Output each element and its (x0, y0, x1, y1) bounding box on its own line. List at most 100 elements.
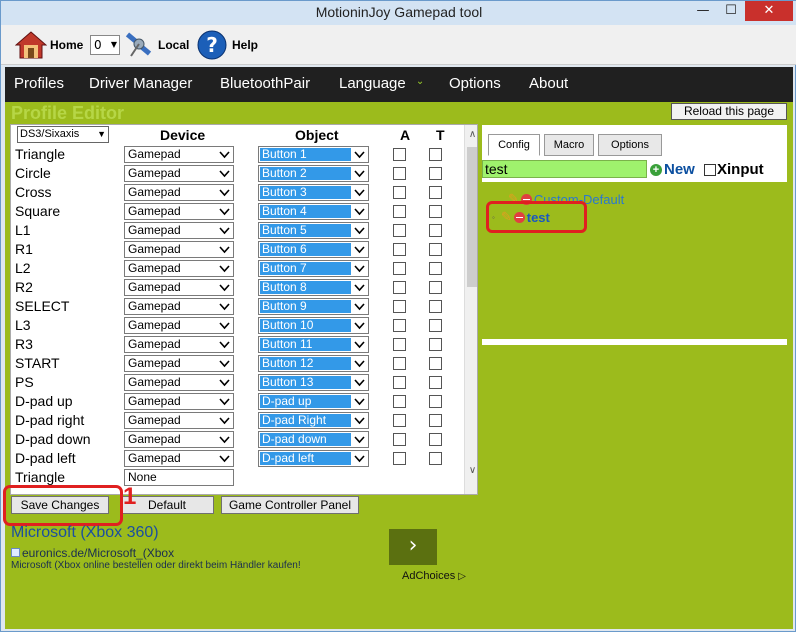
chevron-down-icon[interactable] (352, 375, 367, 390)
chevron-down-icon[interactable] (217, 166, 232, 181)
t-checkbox[interactable] (429, 357, 442, 370)
device-select[interactable]: Gamepad (124, 241, 234, 258)
chevron-down-icon[interactable] (352, 356, 367, 371)
menu-about[interactable]: About (529, 75, 568, 92)
device-select[interactable]: Gamepad (124, 260, 234, 277)
chevron-down-icon[interactable] (352, 337, 367, 352)
object-select[interactable]: D-pad up (258, 393, 369, 410)
chevron-down-icon[interactable] (217, 356, 232, 371)
profile-search-input[interactable]: test (482, 160, 647, 178)
object-select[interactable]: Button 11 (258, 336, 369, 353)
a-checkbox[interactable] (393, 262, 406, 275)
device-select[interactable]: Gamepad (124, 374, 234, 391)
a-checkbox[interactable] (393, 433, 406, 446)
scroll-down-icon[interactable]: ∨ (466, 465, 477, 479)
menu-language[interactable]: Language ⌄ (339, 75, 424, 92)
a-checkbox[interactable] (393, 243, 406, 256)
device-select[interactable]: Gamepad (124, 450, 234, 467)
a-checkbox[interactable] (393, 167, 406, 180)
chevron-down-icon[interactable] (217, 147, 232, 162)
chevron-down-icon[interactable] (217, 223, 232, 238)
chevron-down-icon[interactable] (352, 451, 367, 466)
object-select[interactable]: Button 12 (258, 355, 369, 372)
chevron-down-icon[interactable] (217, 337, 232, 352)
t-checkbox[interactable] (429, 205, 442, 218)
chevron-down-icon[interactable] (217, 280, 232, 295)
a-checkbox[interactable] (393, 414, 406, 427)
chevron-down-icon[interactable] (217, 413, 232, 428)
object-select[interactable]: Button 1 (258, 146, 369, 163)
object-select[interactable]: Button 6 (258, 241, 369, 258)
ad-banner[interactable]: Microsoft (Xbox 360) euronics.de/Microso… (5, 522, 481, 629)
object-select[interactable]: Button 3 (258, 184, 369, 201)
device-select[interactable]: Gamepad (124, 298, 234, 315)
chevron-down-icon[interactable] (352, 166, 367, 181)
tab-config[interactable]: Config (488, 134, 540, 156)
t-checkbox[interactable] (429, 224, 442, 237)
t-checkbox[interactable] (429, 262, 442, 275)
a-checkbox[interactable] (393, 205, 406, 218)
object-select[interactable]: Button 13 (258, 374, 369, 391)
t-checkbox[interactable] (429, 395, 442, 408)
home-button[interactable]: Home (15, 31, 83, 59)
object-select[interactable]: Button 4 (258, 203, 369, 220)
local-button[interactable]: Local (123, 31, 189, 59)
t-checkbox[interactable] (429, 338, 442, 351)
device-select[interactable]: Gamepad (124, 355, 234, 372)
ad-arrow-button[interactable]: › (389, 529, 437, 565)
scroll-up-icon[interactable]: ∧ (466, 129, 477, 143)
chevron-down-icon[interactable] (217, 261, 232, 276)
xinput-box[interactable] (704, 163, 716, 176)
close-button[interactable]: ✕ (745, 1, 793, 21)
a-checkbox[interactable] (393, 300, 406, 313)
device-select[interactable]: Gamepad (124, 393, 234, 410)
t-checkbox[interactable] (429, 433, 442, 446)
chevron-down-icon[interactable] (352, 204, 367, 219)
object-select[interactable]: D-pad Right (258, 412, 369, 429)
t-checkbox[interactable] (429, 452, 442, 465)
a-checkbox[interactable] (393, 376, 406, 389)
t-checkbox[interactable] (429, 319, 442, 332)
chevron-down-icon[interactable] (352, 432, 367, 447)
object-select[interactable]: D-pad down (258, 431, 369, 448)
a-checkbox[interactable] (393, 452, 406, 465)
a-checkbox[interactable] (393, 319, 406, 332)
object-select[interactable]: Button 5 (258, 222, 369, 239)
t-checkbox[interactable] (429, 148, 442, 161)
a-checkbox[interactable] (393, 338, 406, 351)
t-checkbox[interactable] (429, 167, 442, 180)
device-select[interactable]: Gamepad (124, 412, 234, 429)
chevron-down-icon[interactable] (352, 185, 367, 200)
chevron-down-icon[interactable] (217, 242, 232, 257)
chevron-down-icon[interactable] (352, 223, 367, 238)
t-checkbox[interactable] (429, 243, 442, 256)
index-select[interactable]: 0 ▼ (90, 35, 120, 55)
controller-type-select[interactable]: DS3/Sixaxis ▼ (17, 126, 109, 143)
ad-url[interactable]: euronics.de/Microsoft_(Xbox (11, 546, 174, 560)
tab-macro[interactable]: Macro (544, 134, 594, 156)
chevron-down-icon[interactable] (352, 147, 367, 162)
chevron-down-icon[interactable] (352, 261, 367, 276)
device-select[interactable]: Gamepad (124, 203, 234, 220)
t-checkbox[interactable] (429, 281, 442, 294)
minimize-button[interactable]: — (689, 1, 717, 21)
chevron-down-icon[interactable] (217, 204, 232, 219)
object-select[interactable]: Button 10 (258, 317, 369, 334)
menu-driver-manager[interactable]: Driver Manager (89, 75, 192, 92)
adchoices-link[interactable]: AdChoices ▷ (402, 570, 466, 582)
chevron-down-icon[interactable] (352, 299, 367, 314)
object-select[interactable]: Button 8 (258, 279, 369, 296)
chevron-down-icon[interactable] (352, 394, 367, 409)
menu-profiles[interactable]: Profiles (14, 75, 64, 92)
t-checkbox[interactable] (429, 376, 442, 389)
a-checkbox[interactable] (393, 395, 406, 408)
vertical-scrollbar[interactable]: ∧ ∨ (464, 125, 477, 494)
device-select[interactable]: Gamepad (124, 336, 234, 353)
a-checkbox[interactable] (393, 186, 406, 199)
help-button[interactable]: ? Help (197, 30, 258, 60)
reload-button[interactable]: Reload this page (671, 103, 787, 120)
chevron-down-icon[interactable] (217, 318, 232, 333)
chevron-down-icon[interactable] (217, 451, 232, 466)
device-select[interactable]: None (124, 469, 234, 486)
chevron-down-icon[interactable] (217, 185, 232, 200)
